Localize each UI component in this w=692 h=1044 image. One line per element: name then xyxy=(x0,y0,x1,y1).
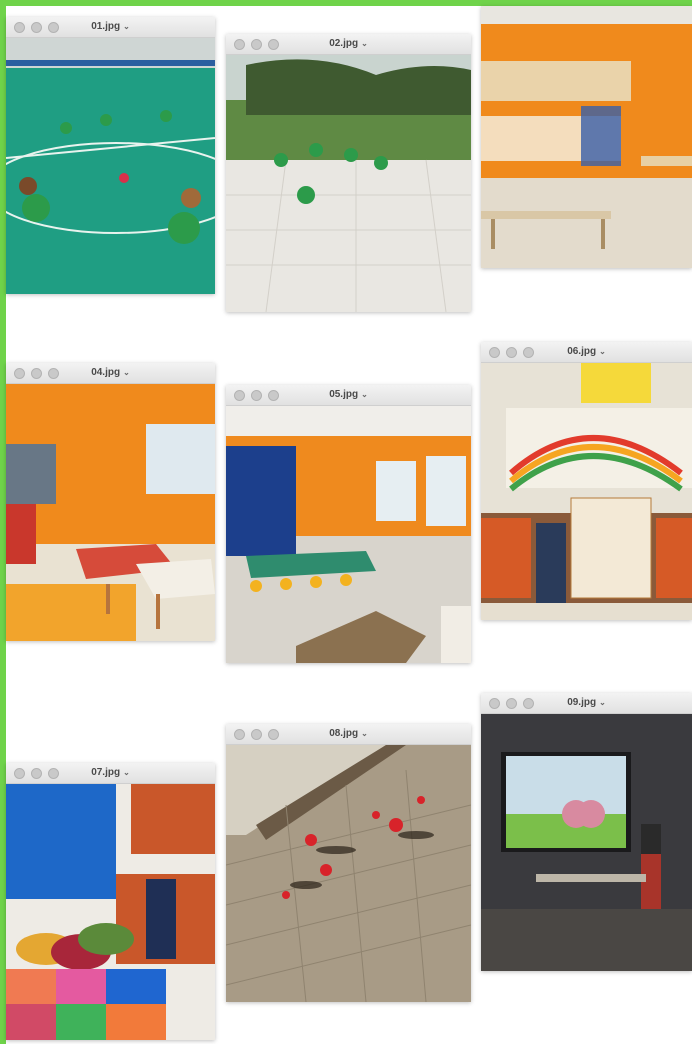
window-title[interactable]: 04.jpg ⌄ xyxy=(6,367,215,378)
preview-window-07[interactable]: 07.jpg ⌄ xyxy=(6,763,215,1040)
photo-classroom-tables xyxy=(6,384,215,641)
chevron-down-icon[interactable]: ⌄ xyxy=(123,368,130,377)
window-title[interactable]: 08.jpg ⌄ xyxy=(226,728,471,739)
window-titlebar[interactable]: 07.jpg ⌄ xyxy=(6,763,215,784)
chevron-down-icon[interactable]: ⌄ xyxy=(123,768,130,777)
window-title[interactable]: 02.jpg ⌄ xyxy=(226,38,471,49)
chevron-down-icon[interactable]: ⌄ xyxy=(599,347,606,356)
window-titlebar[interactable]: 01.jpg ⌄ xyxy=(6,17,215,38)
preview-window-09[interactable]: 09.jpg ⌄ xyxy=(481,693,692,971)
preview-window-05[interactable]: 05.jpg ⌄ xyxy=(226,385,471,663)
window-titlebar[interactable]: 09.jpg ⌄ xyxy=(481,693,692,714)
preview-window-03[interactable] xyxy=(481,6,692,268)
window-title[interactable]: 09.jpg ⌄ xyxy=(481,697,692,708)
window-title[interactable]: 01.jpg ⌄ xyxy=(6,21,215,32)
window-titlebar[interactable]: 06.jpg ⌄ xyxy=(481,342,692,363)
chevron-down-icon[interactable]: ⌄ xyxy=(361,390,368,399)
preview-window-01[interactable]: 01.jpg ⌄ xyxy=(6,17,215,294)
chevron-down-icon[interactable]: ⌄ xyxy=(361,729,368,738)
preview-window-06[interactable]: 06.jpg ⌄ xyxy=(481,342,692,620)
window-title[interactable]: 05.jpg ⌄ xyxy=(226,389,471,400)
photo-courtyard-children xyxy=(226,55,471,312)
file-name: 07.jpg xyxy=(91,767,121,778)
photo-reading-corner xyxy=(6,784,215,1040)
preview-window-02[interactable]: 02.jpg ⌄ xyxy=(226,34,471,312)
file-name: 02.jpg xyxy=(329,38,359,49)
photo-tiles-red-leaves xyxy=(226,745,471,1002)
photo-classroom-benches xyxy=(481,6,692,268)
file-name: 05.jpg xyxy=(329,389,359,400)
window-title[interactable]: 06.jpg ⌄ xyxy=(481,346,692,357)
chevron-down-icon[interactable]: ⌄ xyxy=(123,22,130,31)
file-name: 01.jpg xyxy=(91,21,121,32)
file-name: 09.jpg xyxy=(567,697,597,708)
chevron-down-icon[interactable]: ⌄ xyxy=(599,698,606,707)
window-titlebar[interactable]: 04.jpg ⌄ xyxy=(6,363,215,384)
window-titlebar[interactable]: 02.jpg ⌄ xyxy=(226,34,471,55)
photo-classroom-blue-curtain xyxy=(226,406,471,663)
preview-window-08[interactable]: 08.jpg ⌄ xyxy=(226,724,471,1002)
photo-library-bookshelves xyxy=(481,363,692,620)
window-titlebar[interactable]: 08.jpg ⌄ xyxy=(226,724,471,745)
file-name: 08.jpg xyxy=(329,728,359,739)
photo-gym-children xyxy=(6,38,215,294)
window-title[interactable]: 07.jpg ⌄ xyxy=(6,767,215,778)
file-name: 04.jpg xyxy=(91,367,121,378)
file-name: 06.jpg xyxy=(567,346,597,357)
photo-projector-room xyxy=(481,714,692,971)
window-titlebar[interactable]: 05.jpg ⌄ xyxy=(226,385,471,406)
preview-window-04[interactable]: 04.jpg ⌄ xyxy=(6,363,215,641)
chevron-down-icon[interactable]: ⌄ xyxy=(361,39,368,48)
